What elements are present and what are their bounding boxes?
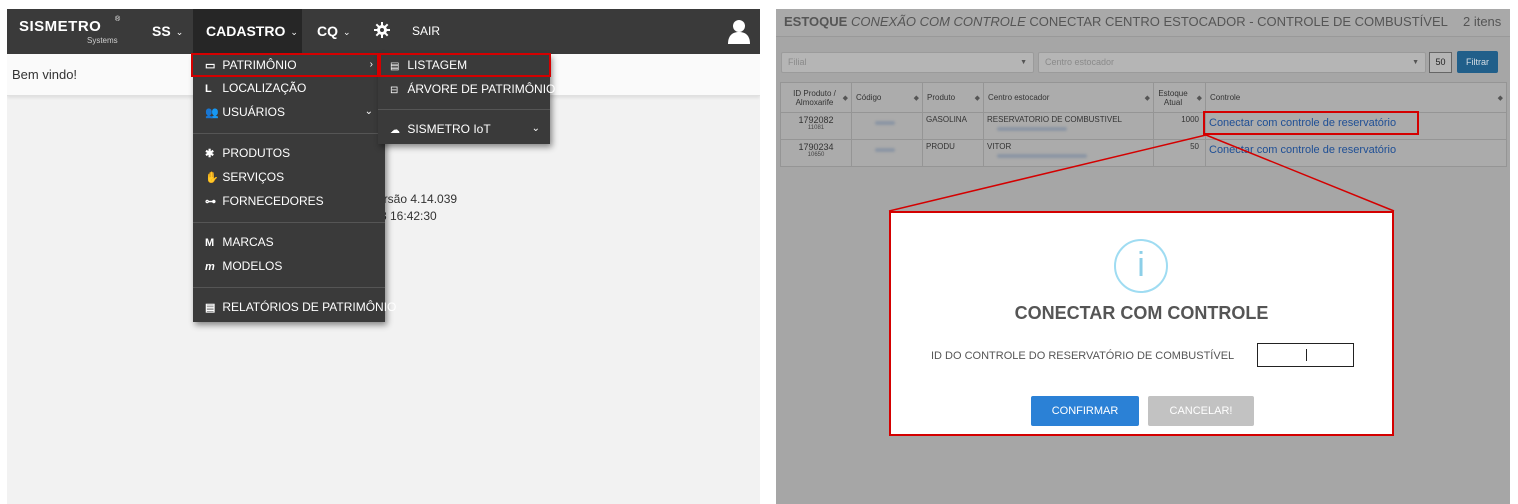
submenu-item-sismetro-iot[interactable]: ☁ SISMETRO IoT ⌄	[378, 118, 550, 140]
menu-item-label: MARCAS	[222, 235, 274, 249]
router-icon: ☁	[390, 125, 400, 136]
menu-item-label: FORNECEDORES	[222, 194, 324, 208]
control-id-label: ID DO CONTROLE DO RESERVATÓRIO DE COMBUS…	[931, 350, 1235, 362]
model-icon: m	[205, 261, 215, 273]
location-icon: L	[205, 83, 212, 95]
submenu-item-label: SISMETRO IoT	[407, 122, 491, 136]
nav-cadastro-label: CADASTRO	[206, 23, 286, 39]
confirm-button[interactable]: CONFIRMAR	[1031, 396, 1139, 426]
cancel-button[interactable]: CANCELAR!	[1148, 396, 1254, 426]
logout-link[interactable]: SAIR	[412, 9, 440, 54]
gear-icon[interactable]	[374, 22, 390, 38]
app-logo-subtitle: Systems	[87, 36, 118, 45]
version-text: ersão 4.14.039	[377, 192, 458, 206]
connect-control-modal: i CONECTAR COM CONTROLE ID DO CONTROLE D…	[889, 211, 1394, 436]
text-cursor	[1306, 349, 1307, 361]
brand-icon: M	[205, 237, 215, 249]
modal-title: CONECTAR COM CONTROLE	[1014, 303, 1269, 323]
hand-icon: ✋	[205, 172, 219, 184]
chevron-down-icon: ⌄	[175, 27, 184, 37]
menu-item-modelos[interactable]: m MODELOS	[193, 255, 385, 277]
nav-cq[interactable]: CQ ⌄	[317, 9, 351, 54]
control-id-input[interactable]	[1257, 343, 1354, 367]
menu-divider	[193, 133, 385, 134]
menu-item-label: MODELOS	[222, 259, 283, 273]
users-icon: 👥	[205, 107, 219, 119]
menu-divider	[193, 287, 385, 288]
user-icon[interactable]	[727, 18, 751, 44]
nav-cq-label: CQ	[317, 23, 338, 39]
tree-icon: ⊟	[390, 85, 399, 96]
highlight-patrimonio	[191, 53, 381, 77]
sitemap-icon: ⊶	[205, 196, 216, 208]
left-panel: SISMETRO ® Systems SS ⌄ CADASTRO ⌄ CQ ⌄	[7, 9, 760, 504]
chevron-down-icon: ⌄	[290, 27, 298, 37]
nav-ss[interactable]: SS ⌄	[152, 9, 183, 54]
menu-item-localizacao[interactable]: L LOCALIZAÇÃO	[193, 77, 385, 99]
menu-item-marcas[interactable]: M MARCAS	[193, 231, 385, 253]
menu-item-label: PRODUTOS	[222, 146, 291, 160]
right-panel: ESTOQUE CONEXÃO COM CONTROLE CONECTAR CE…	[776, 9, 1510, 504]
menu-item-label: USUÁRIOS	[222, 105, 286, 119]
highlight-listagem	[377, 53, 551, 77]
date-text: 3 16:42:30	[380, 209, 437, 223]
menu-item-label: SERVIÇOS	[222, 170, 285, 184]
submenu-item-label: ÁRVORE DE PATRIMÔNIO	[407, 82, 556, 96]
top-navbar: SISMETRO ® Systems SS ⌄ CADASTRO ⌄ CQ ⌄	[7, 9, 760, 54]
chevron-down-icon: ⌄	[531, 123, 540, 134]
menu-divider	[193, 222, 385, 223]
nav-cadastro[interactable]: CADASTRO ⌄	[193, 9, 302, 54]
report-icon: ▤	[205, 302, 216, 314]
menu-item-servicos[interactable]: ✋ SERVIÇOS	[193, 166, 385, 188]
cadastro-dropdown: ▭ PATRIMÔNIO › L LOCALIZAÇÃO 👥 USUÁRIOS …	[193, 54, 396, 322]
menu-item-fornecedores[interactable]: ⊶ FORNECEDORES	[193, 190, 385, 212]
menu-item-label: RELATÓRIOS DE PATRIMÔNIO	[222, 300, 397, 314]
submenu-item-arvore[interactable]: ⊟ ÁRVORE DE PATRIMÔNIO	[378, 78, 555, 100]
menu-item-label: LOCALIZAÇÃO	[222, 81, 307, 95]
screenshot-root: SISMETRO ® Systems SS ⌄ CADASTRO ⌄ CQ ⌄	[0, 0, 1518, 504]
welcome-text: Bem vindo!	[12, 67, 78, 82]
nav-ss-label: SS	[152, 23, 171, 39]
menu-item-usuarios[interactable]: 👥 USUÁRIOS ⌄	[193, 101, 385, 123]
cogs-icon: ✱	[205, 148, 215, 160]
chevron-down-icon: ⌄	[343, 27, 351, 37]
menu-divider	[378, 109, 550, 110]
menu-item-produtos[interactable]: ✱ PRODUTOS	[193, 142, 385, 164]
registered-mark: ®	[115, 16, 121, 23]
chevron-down-icon: ⌄	[364, 106, 373, 117]
app-logo[interactable]: SISMETRO	[19, 18, 101, 35]
info-icon: i	[1114, 239, 1168, 293]
menu-item-relatorios-patrimonio[interactable]: ▤ RELATÓRIOS DE PATRIMÔNIO	[193, 296, 396, 318]
